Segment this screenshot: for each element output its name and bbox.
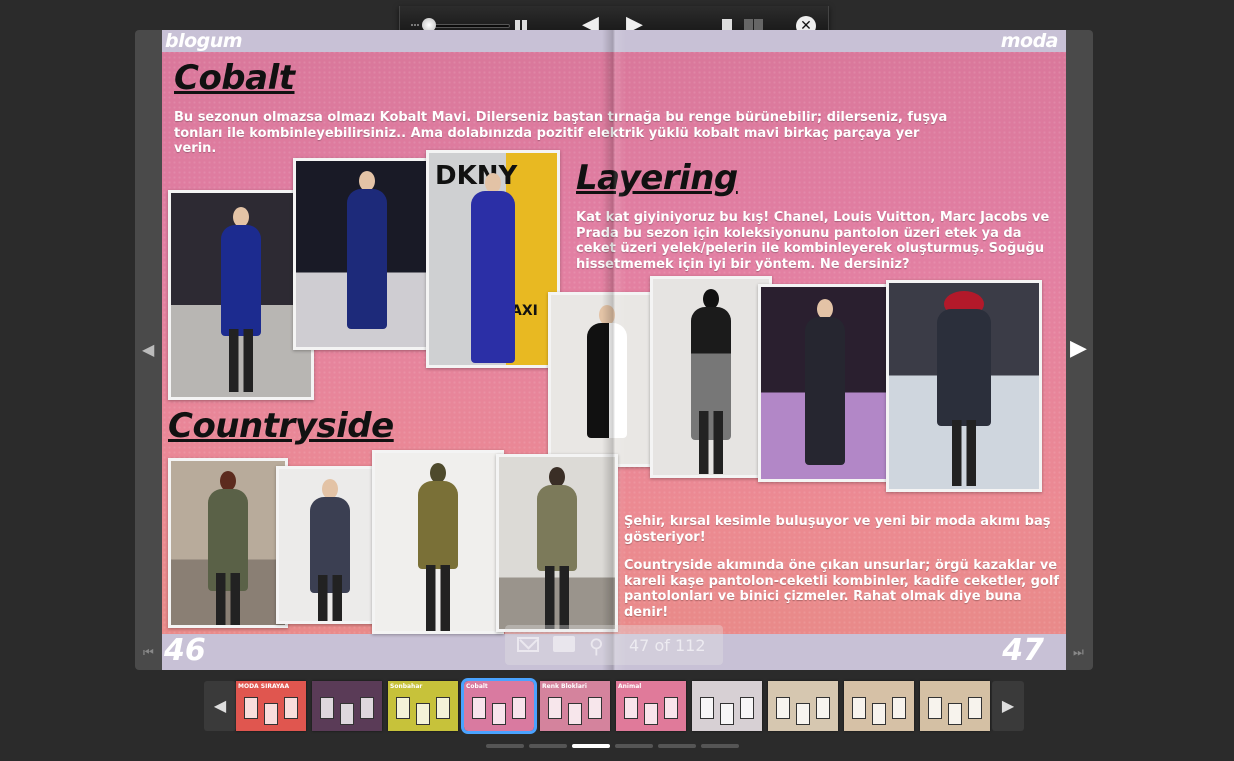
magazine-spread[interactable]: blogum moda Cobalt Bu sezonun olmazsa ol… bbox=[162, 30, 1066, 670]
layering-photo-3 bbox=[758, 284, 892, 482]
thumbnail-page[interactable]: Animal bbox=[616, 681, 686, 731]
thumbnail-photo bbox=[436, 697, 450, 719]
pager-dot[interactable] bbox=[658, 744, 696, 748]
zoom-out-icon[interactable] bbox=[411, 24, 419, 28]
thumbnail-photo bbox=[340, 703, 354, 725]
thumbnail-photo bbox=[796, 703, 810, 725]
countryside-photo-4 bbox=[496, 454, 618, 632]
thumbnail-page[interactable]: Sonbahar bbox=[388, 681, 458, 731]
pager-dot[interactable] bbox=[529, 744, 567, 748]
countryside-photo-2 bbox=[276, 466, 384, 624]
right-page-number: 47 bbox=[1002, 633, 1044, 668]
countryside-text-2: Countryside akımında öne çıkan unsurlar;… bbox=[624, 558, 1060, 620]
thumbnail-page[interactable] bbox=[768, 681, 838, 731]
thumbnail-grid-icon[interactable] bbox=[515, 20, 527, 30]
book-gutter bbox=[602, 30, 626, 670]
layering-heading: Layering bbox=[576, 158, 738, 198]
pager-dot[interactable] bbox=[486, 744, 524, 748]
thumbnail-photo bbox=[892, 697, 906, 719]
thumbnail-photo bbox=[948, 703, 962, 725]
thumbnail-photo bbox=[720, 703, 734, 725]
search-icon[interactable]: ⚲ bbox=[589, 634, 604, 658]
thumbnail-photo bbox=[416, 703, 430, 725]
thumbnail-photo bbox=[320, 697, 334, 719]
thumbnail-strip: ◀ ▶ MODA SIRAYAA Sonbahar Cobalt Renk Blokl… bbox=[204, 678, 1024, 734]
countryside-photo-1 bbox=[168, 458, 288, 628]
thumbnail-photo bbox=[740, 697, 754, 719]
thumbnail-label: MODA SIRAYAA bbox=[238, 683, 290, 690]
email-icon[interactable] bbox=[517, 637, 539, 652]
thumbnails-prev-icon[interactable]: ◀ bbox=[204, 681, 236, 731]
thumbnail-photo bbox=[624, 697, 638, 719]
first-page-icon[interactable]: ⏮ bbox=[143, 645, 154, 660]
page-left-arrow-icon[interactable]: ◀ bbox=[142, 340, 154, 359]
thumbnail-photo bbox=[284, 697, 298, 719]
thumbnail-label: Animal bbox=[618, 683, 642, 690]
thumbnail-photo bbox=[968, 697, 982, 719]
left-page-brand: blogum bbox=[165, 30, 243, 52]
thumbnail-label: Cobalt bbox=[466, 683, 488, 690]
countryside-text-1: Şehir, kırsal kesimle buluşuyor ve yeni … bbox=[624, 514, 1051, 545]
page-right-arrow-icon[interactable]: ▶ bbox=[1070, 336, 1087, 361]
thumbnail-photo bbox=[928, 697, 942, 719]
thumbnail-photo bbox=[548, 697, 562, 719]
thumbnails-next-icon[interactable]: ▶ bbox=[992, 681, 1024, 731]
page-action-bar: ⚲ 47 of 112 bbox=[505, 625, 723, 665]
thumbnail-photo bbox=[264, 703, 278, 725]
thumbnail-photo bbox=[360, 697, 374, 719]
pager-dot[interactable] bbox=[572, 744, 610, 748]
thumbnail-photo bbox=[816, 697, 830, 719]
thumbnail-photo bbox=[588, 697, 602, 719]
thumbnail-label: Sonbahar bbox=[390, 683, 423, 690]
layering-text: Kat kat giyiniyoruz bu kış! Chanel, Loui… bbox=[576, 210, 1050, 272]
last-page-icon[interactable]: ⏭ bbox=[1073, 645, 1084, 660]
countryside-photo-3 bbox=[372, 450, 504, 634]
page-indicator: 47 of 112 bbox=[629, 636, 706, 655]
pager-dot[interactable] bbox=[701, 744, 739, 748]
thumbnail-photo bbox=[700, 697, 714, 719]
thumbnail-photo bbox=[776, 697, 790, 719]
thumbnail-photo bbox=[568, 703, 582, 725]
thumbnail-page[interactable] bbox=[692, 681, 762, 731]
thumbnail-photo bbox=[664, 697, 678, 719]
thumbnail-label: Renk Bloklari bbox=[542, 683, 587, 690]
cobalt-heading: Cobalt bbox=[174, 58, 295, 98]
thumbnail-photo bbox=[872, 703, 886, 725]
thumbnail-photo bbox=[396, 697, 410, 719]
cobalt-text: Bu sezonun olmazsa olmazı Kobalt Mavi. D… bbox=[174, 110, 948, 156]
thumbnail-photo bbox=[244, 697, 258, 719]
print-icon[interactable] bbox=[553, 636, 575, 652]
thumbnail-photo bbox=[852, 697, 866, 719]
thumbnail-photo bbox=[492, 703, 506, 725]
pager-dot[interactable] bbox=[615, 744, 653, 748]
countryside-heading: Countryside bbox=[168, 406, 394, 446]
layering-photo-2 bbox=[650, 276, 772, 478]
thumbnail-photo bbox=[644, 703, 658, 725]
cobalt-photo-3: DKNY AXI bbox=[426, 150, 560, 368]
right-page-brand: moda bbox=[1000, 30, 1059, 52]
thumbnail-page[interactable]: Cobalt bbox=[461, 678, 537, 734]
thumbnail-page[interactable]: MODA SIRAYAA bbox=[236, 681, 306, 731]
left-page-number: 46 bbox=[164, 633, 206, 668]
thumbnail-page[interactable] bbox=[312, 681, 382, 731]
thumbnail-page[interactable] bbox=[844, 681, 914, 731]
cobalt-photo-2 bbox=[293, 158, 441, 350]
thumbnail-page[interactable]: Renk Bloklari bbox=[540, 681, 610, 731]
layering-photo-4 bbox=[886, 280, 1042, 492]
thumbnail-page[interactable] bbox=[920, 681, 990, 731]
thumbnail-photo bbox=[472, 697, 486, 719]
thumbnail-photo bbox=[512, 697, 526, 719]
